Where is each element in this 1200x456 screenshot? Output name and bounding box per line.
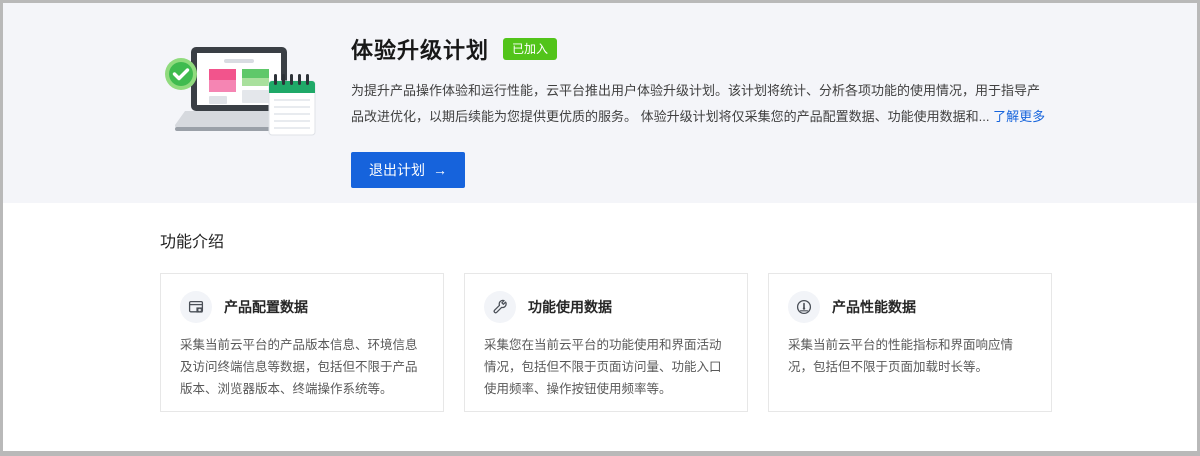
- arrow-right-icon: →: [433, 163, 447, 177]
- hero-content: 体验升级计划 已加入 为提升产品操作体验和运行性能，云平台推出用户体验升级计划。…: [351, 33, 1071, 188]
- card-description: 采集您在当前云平台的功能使用和界面活动情况，包括但不限于页面访问量、功能入口使用…: [484, 334, 728, 400]
- window-config-icon: [180, 291, 212, 323]
- joined-status-badge: 已加入: [503, 38, 557, 60]
- laptop-checkmark-illustration: [158, 43, 323, 143]
- feature-card-feature-usage: 功能使用数据 采集您在当前云平台的功能使用和界面活动情况，包括但不限于页面访问量…: [464, 273, 748, 412]
- card-description: 采集当前云平台的产品版本信息、环境信息及访问终端信息等数据，包括但不限于产品版本…: [180, 334, 424, 400]
- plan-description: 为提升产品操作体验和运行性能，云平台推出用户体验升级计划。该计划将统计、分析各项…: [351, 78, 1051, 130]
- plan-description-text: 为提升产品操作体验和运行性能，云平台推出用户体验升级计划。该计划将统计、分析各项…: [351, 83, 1040, 124]
- features-section: 功能介绍 产品配置数据 采集当前云平台的产品版本信息、环境信息及访问终端信息等数…: [3, 203, 1197, 412]
- card-description: 采集当前云平台的性能指标和界面响应情况，包括但不限于页面加载时长等。: [788, 334, 1032, 378]
- quit-plan-button[interactable]: 退出计划 →: [351, 152, 465, 188]
- wrench-icon: [484, 291, 516, 323]
- learn-more-link[interactable]: 了解更多: [993, 109, 1045, 124]
- feature-card-product-config: 产品配置数据 采集当前云平台的产品版本信息、环境信息及访问终端信息等数据，包括但…: [160, 273, 444, 412]
- page-title: 体验升级计划: [351, 33, 489, 65]
- card-title: 产品性能数据: [832, 297, 916, 317]
- feature-cards: 产品配置数据 采集当前云平台的产品版本信息、环境信息及访问终端信息等数据，包括但…: [160, 273, 1197, 412]
- card-title: 功能使用数据: [528, 297, 612, 317]
- page-frame: 体验升级计划 已加入 为提升产品操作体验和运行性能，云平台推出用户体验升级计划。…: [0, 0, 1200, 456]
- hero-banner: 体验升级计划 已加入 为提升产品操作体验和运行性能，云平台推出用户体验升级计划。…: [3, 3, 1197, 203]
- card-title: 产品配置数据: [224, 297, 308, 317]
- feature-card-product-performance: 产品性能数据 采集当前云平台的性能指标和界面响应情况，包括但不限于页面加载时长等…: [768, 273, 1052, 412]
- features-heading: 功能介绍: [160, 228, 1197, 252]
- quit-plan-button-label: 退出计划: [369, 160, 425, 180]
- gauge-icon: [788, 291, 820, 323]
